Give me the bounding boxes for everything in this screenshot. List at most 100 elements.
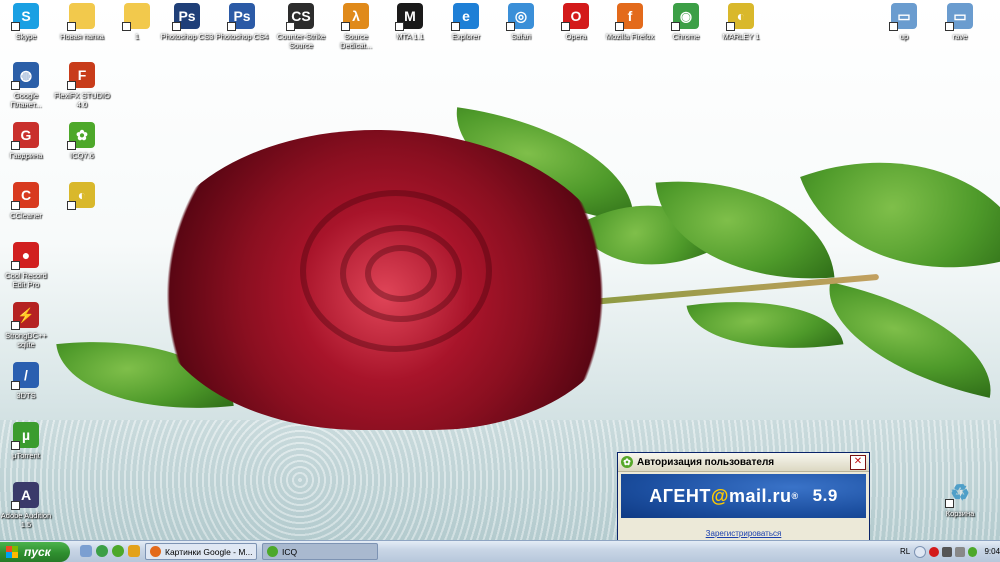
recycle-bin-shortcut[interactable]: ♻ Корзина: [932, 480, 988, 518]
folder-shortcut[interactable]: Новая папка: [54, 3, 110, 41]
skype-icon: S: [11, 3, 39, 31]
folder-icon: [67, 3, 95, 31]
cd-icon: ◐: [67, 182, 95, 210]
network-drive-icon: ▭: [889, 3, 917, 31]
agent-version: 5.9: [812, 486, 838, 505]
icon-label: CCleaner: [10, 211, 42, 220]
register-link[interactable]: Зарегистрироваться: [618, 529, 869, 538]
clock[interactable]: 9:04: [984, 547, 1000, 556]
agent-brand-prefix: АГЕНТ: [649, 485, 711, 506]
desktop: S Skype Новая папка 1 Ps Photoshop CS3 Ps Photo…: [0, 0, 1000, 540]
icon-glyph: e: [462, 8, 470, 24]
icq-icon: [267, 546, 278, 557]
adobe-audition-shortcut[interactable]: A Adobe Audition 1.5: [0, 482, 54, 529]
photoshop-icon: Ps: [227, 3, 255, 31]
icon-glyph: ✿: [76, 126, 88, 143]
icon-label: MTA 1.1: [396, 32, 424, 41]
tray-network-icon[interactable]: [941, 546, 952, 557]
internet-explorer-shortcut[interactable]: e Explorer: [438, 3, 494, 41]
icon-glyph: ◐: [736, 8, 746, 24]
tray-icq-icon[interactable]: [967, 546, 978, 557]
network-drive-icon: ▭: [945, 3, 973, 31]
cd-icon: ◐: [726, 3, 754, 31]
chrome-shortcut[interactable]: ◉ Chrome: [658, 3, 714, 41]
strongdc-shortcut[interactable]: ⚡ StrongDC++ sqlite: [0, 302, 54, 349]
icon-glyph: ▭: [953, 7, 967, 24]
gavdrina-icon: G: [11, 122, 39, 150]
show-desktop-icon[interactable]: [80, 545, 92, 557]
icon-label: rave: [952, 32, 968, 41]
agent-login-window: ✿ Авторизация пользователя ✕ АГЕНТ @ mai…: [617, 452, 870, 540]
start-button[interactable]: пуск: [0, 542, 70, 562]
skype-shortcut[interactable]: S Skype: [0, 3, 54, 41]
google-earth-shortcut[interactable]: ◍ Google Планет...: [0, 62, 54, 109]
ccleaner-shortcut[interactable]: C CCleaner: [0, 182, 54, 220]
icon-glyph: ●: [21, 247, 31, 263]
tray-volume-icon[interactable]: [954, 546, 965, 557]
cd-shortcut[interactable]: ◐: [54, 182, 110, 211]
icon-label: Photoshop CS3: [160, 32, 214, 41]
taskbar-button-icq[interactable]: ICQ: [262, 543, 378, 560]
icon-glyph: O: [570, 8, 582, 24]
3dts-shortcut[interactable]: / 3DTS: [0, 362, 54, 400]
half-life-shortcut[interactable]: λ Source Dedicat...: [328, 3, 384, 50]
opera-shortcut[interactable]: O Opera: [548, 3, 604, 41]
counter-strike-icon: CS: [286, 3, 314, 31]
photoshop-shortcut[interactable]: Ps Photoshop CS4: [214, 3, 270, 41]
chrome-icon[interactable]: [96, 545, 108, 557]
icon-label: Adobe Audition 1.5: [0, 511, 52, 529]
agent-titlebar[interactable]: ✿ Авторизация пользователя: [618, 453, 869, 472]
strongdc-icon: ⚡: [11, 302, 39, 330]
icon-glyph: G: [20, 127, 32, 143]
network-drive-shortcut[interactable]: ▭ rave: [932, 3, 988, 41]
mta-shortcut[interactable]: M MTA 1.1: [382, 3, 438, 41]
icon-glyph: ⚡: [17, 306, 35, 323]
task-label: Картинки Google - М...: [165, 546, 253, 557]
network-drive-shortcut[interactable]: ▭ up: [876, 3, 932, 41]
icon-glyph: λ: [352, 8, 360, 24]
gavdrina-shortcut[interactable]: G Гавдрина: [0, 122, 54, 160]
icon-label: Counter-Strike Source: [276, 32, 326, 50]
icon-glyph: CS: [291, 8, 311, 24]
firefox-icon: f: [615, 3, 643, 31]
icon-glyph: /: [24, 367, 28, 383]
icon-label: µTorrent: [12, 451, 40, 460]
icon-label: 3DTS: [16, 391, 36, 400]
photoshop-shortcut[interactable]: Ps Photoshop CS3: [159, 3, 215, 41]
recycle-bin-label: Корзина: [945, 509, 975, 518]
icon-glyph: ◍: [19, 66, 33, 83]
icon-glyph: ◐: [77, 187, 87, 203]
icq-icon[interactable]: [112, 545, 124, 557]
icon-glyph: f: [627, 8, 633, 24]
windows-logo-icon: [6, 546, 18, 558]
icon-glyph: S: [21, 8, 31, 24]
language-indicator[interactable]: RL: [900, 547, 910, 556]
icq-shortcut[interactable]: ✿ ICQ7.6: [54, 122, 110, 160]
counter-strike-shortcut[interactable]: CS Counter-Strike Source: [273, 3, 329, 50]
folder-shortcut[interactable]: 1: [109, 3, 165, 41]
icon-glyph: Ps: [233, 8, 251, 24]
cd-shortcut[interactable]: ◐ MARLEY 1: [713, 3, 769, 41]
cool-record-icon: ●: [11, 242, 39, 270]
opera-icon: O: [561, 3, 589, 31]
icon-label: Safari: [511, 32, 531, 41]
icon-glyph: ◉: [679, 7, 693, 24]
icon-glyph: ◎: [514, 7, 528, 24]
taskbar: пуск Картинки Google - М... ICQ RL 9:04: [0, 540, 1000, 562]
photoshop-icon: Ps: [172, 3, 200, 31]
tray-opera-icon[interactable]: [929, 546, 939, 557]
winamp-icon[interactable]: [128, 545, 140, 557]
firefox-shortcut[interactable]: f Mozilla Firefox: [602, 3, 658, 41]
icon-glyph: µ: [21, 427, 31, 443]
flexifx-shortcut[interactable]: F FlexiFX STUDIO 4.0: [54, 62, 110, 109]
taskbar-button-firefox[interactable]: Картинки Google - М...: [145, 543, 257, 560]
tray-expand-icon[interactable]: [914, 545, 927, 558]
utorrent-shortcut[interactable]: µ µTorrent: [0, 422, 54, 460]
mta-icon: M: [395, 3, 423, 31]
safari-shortcut[interactable]: ◎ Safari: [493, 3, 549, 41]
icon-glyph: A: [20, 487, 32, 503]
icon-label: Новая папка: [60, 32, 104, 41]
close-button[interactable]: ✕: [850, 455, 866, 470]
icon-glyph: M: [404, 8, 416, 24]
cool-record-shortcut[interactable]: ● Cool Record Edit Pro: [0, 242, 54, 289]
